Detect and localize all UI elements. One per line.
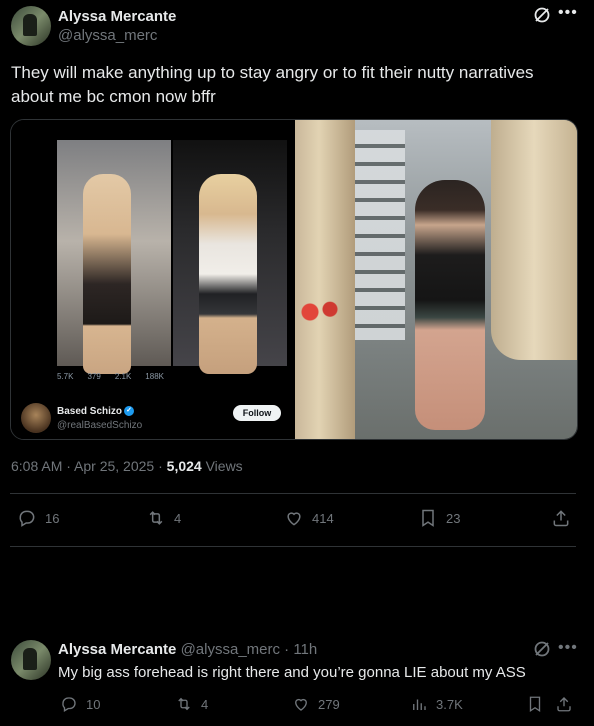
reply-repost-button[interactable]: 4 (175, 695, 208, 713)
views-label: Views (201, 458, 243, 474)
embedded-photo-left (57, 140, 171, 374)
reply-button[interactable]: 16 (17, 508, 59, 528)
reply-views-button[interactable]: 3.7K (410, 695, 463, 713)
reply-views-count: 3.7K (436, 696, 463, 712)
reply-like-count: 279 (318, 696, 340, 712)
tweet-meta: 6:08 AM · Apr 25, 2025 · 5,024 Views (11, 458, 243, 474)
more-options-icon[interactable]: ••• (558, 4, 578, 22)
bookmark-count: 23 (446, 510, 461, 526)
verified-badge-icon: ✓ (124, 406, 135, 417)
divider (10, 493, 576, 494)
embedded-author-handle: @realBasedSchizo (57, 420, 143, 431)
views-count: 5,024 (166, 458, 202, 474)
views-icon (413, 699, 426, 710)
bookmark-button[interactable]: 23 (418, 508, 460, 528)
reply-header: Alyssa Mercante @alyssa_merc · 11h (58, 641, 317, 658)
more-options-icon[interactable]: ••• (558, 639, 578, 657)
share-icon (553, 510, 569, 527)
repost-button[interactable]: 4 (146, 508, 181, 528)
share-icon (557, 697, 571, 712)
reply-icon (62, 697, 76, 712)
reply-reply-button[interactable]: 10 (60, 695, 100, 713)
reply-icon (19, 510, 35, 527)
reply-repost-count: 4 (201, 696, 209, 712)
reply-share-button[interactable] (555, 695, 573, 713)
heart-icon (295, 698, 307, 711)
embedded-screenshot: 5.7K 379 2.1K 188K Based Schizo ✓ @realBa… (11, 120, 294, 439)
bookmark-icon (422, 509, 434, 527)
reply-reply-count: 10 (86, 696, 101, 712)
photo-right (295, 120, 577, 439)
embedded-stats: 5.7K 379 2.1K 188K (57, 372, 164, 381)
grok-icon[interactable] (533, 640, 551, 663)
repost-icon (149, 511, 163, 525)
author-name[interactable]: Alyssa Mercante (58, 8, 176, 25)
like-count: 414 (312, 510, 334, 526)
grok-icon[interactable] (533, 6, 551, 29)
reply-author-handle[interactable]: @alyssa_merc · 11h (181, 641, 318, 658)
embedded-views: 188K (145, 372, 164, 381)
embedded-author-name: Based Schizo ✓ (57, 406, 135, 417)
tweet-media[interactable]: 5.7K 379 2.1K 188K Based Schizo ✓ @realBa… (10, 119, 578, 440)
author-handle[interactable]: @alyssa_merc (58, 27, 157, 44)
reply-author-name[interactable]: Alyssa Mercante (58, 641, 176, 658)
reply-like-button[interactable]: 279 (292, 695, 340, 713)
timestamp[interactable]: 6:08 AM · Apr 25, 2025 · (11, 458, 167, 474)
reply-text: My big ass forehead is right there and y… (58, 664, 526, 681)
embedded-photo-right (173, 140, 287, 374)
repost-count: 4 (174, 510, 182, 526)
like-button[interactable]: 414 (284, 508, 334, 528)
author-avatar[interactable] (11, 6, 51, 46)
embedded-replies: 5.7K (57, 372, 74, 381)
embedded-likes: 2.1K (114, 372, 132, 381)
reply-count: 16 (45, 510, 60, 526)
tweet-text: They will make anything up to stay angry… (11, 63, 534, 106)
share-button[interactable] (551, 508, 571, 528)
divider (10, 546, 576, 547)
embedded-follow-button: Follow (233, 405, 281, 421)
reply-bookmark-button[interactable] (526, 695, 544, 713)
embedded-reposts: 379 (87, 372, 101, 381)
heart-icon (287, 512, 301, 526)
reply-author-avatar[interactable] (11, 640, 51, 680)
embedded-avatar (21, 403, 51, 433)
bookmark-icon (529, 696, 541, 713)
repost-icon (178, 697, 190, 711)
